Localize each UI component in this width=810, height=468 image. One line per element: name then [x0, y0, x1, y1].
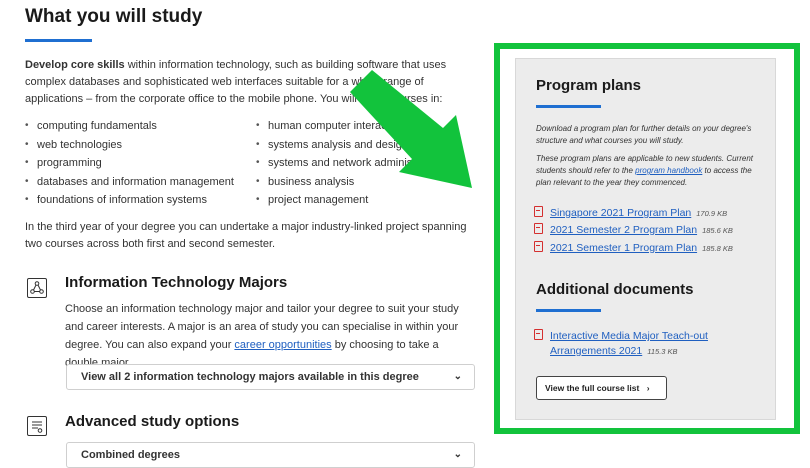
list-item: web technologies [25, 136, 234, 155]
majors-title: Information Technology Majors [65, 274, 288, 291]
majors-dropdown[interactable]: View all 2 information technology majors… [66, 364, 475, 390]
intro-strong: Develop core skills [25, 59, 125, 71]
chevron-down-icon: ⌄ [453, 449, 462, 460]
network-icon [27, 278, 47, 298]
list-item: computing fundamentals [25, 117, 234, 136]
career-opportunities-link[interactable]: career opportunities [234, 339, 331, 351]
list-item: databases and information management [25, 173, 234, 192]
majors-paragraph: Choose an information technology major a… [65, 300, 470, 372]
title-underline [25, 39, 92, 42]
combined-degrees-label: Combined degrees [81, 449, 181, 461]
certificate-icon [27, 416, 47, 436]
highlight-frame [494, 43, 800, 434]
study-list-left: computing fundamentals web technologies … [25, 117, 234, 210]
advanced-title: Advanced study options [65, 413, 240, 430]
arrow-icon [350, 70, 472, 188]
combined-degrees-dropdown[interactable]: Combined degrees ⌄ [66, 442, 475, 468]
list-item: programming [25, 154, 234, 173]
chevron-down-icon: ⌄ [453, 371, 462, 382]
list-item: foundations of information systems [25, 191, 234, 210]
section-title: What you will study [25, 6, 203, 27]
third-year-paragraph: In the third year of your degree you can… [25, 221, 467, 250]
majors-dropdown-label: View all 2 information technology majors… [81, 371, 419, 383]
